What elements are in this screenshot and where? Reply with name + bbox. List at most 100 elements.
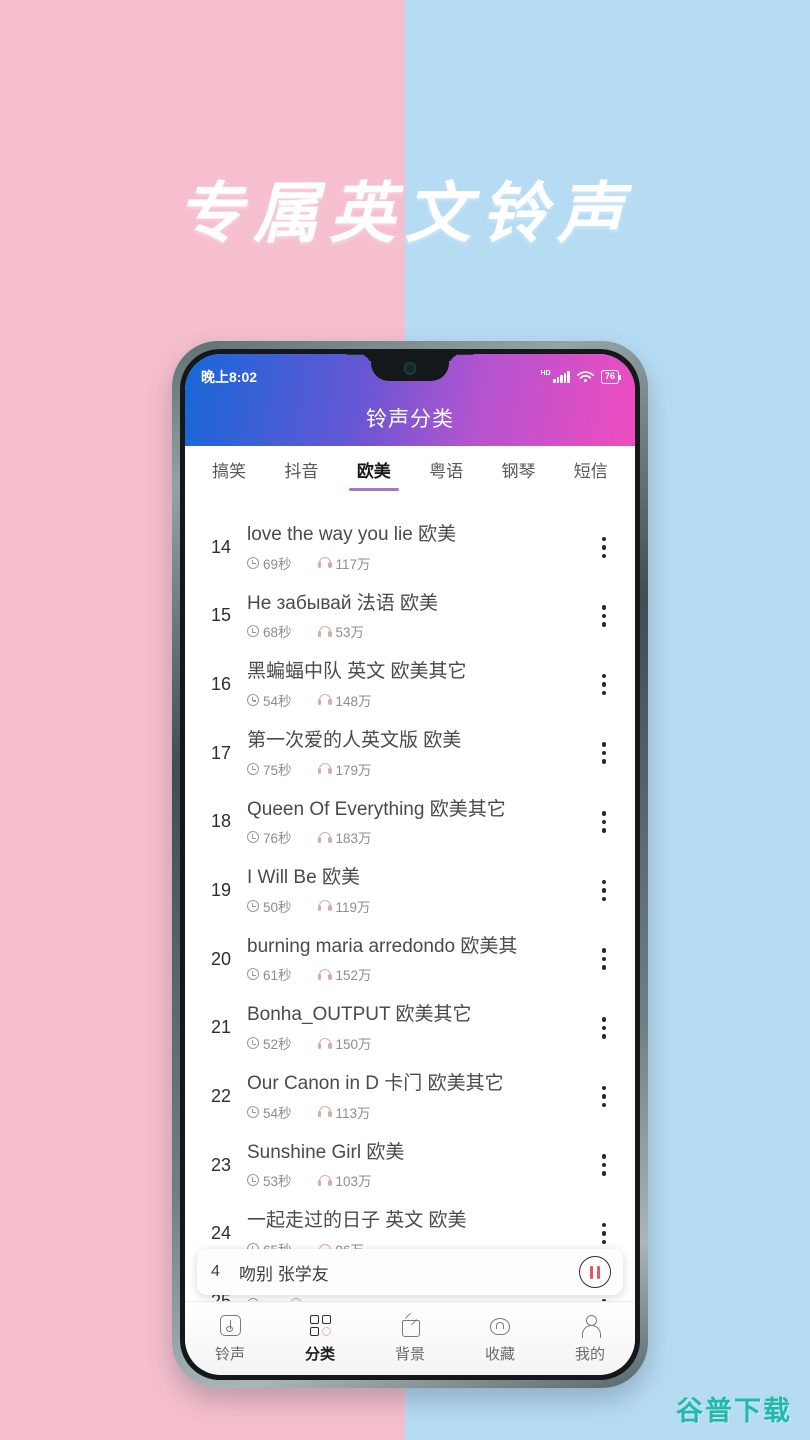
headphones-icon [317,900,332,912]
row-title: 黑蝙蝠中队 英文 欧美其它 [247,661,467,683]
row-content: Не забывай 法语 欧美 68秒 53万 [241,591,587,642]
plays-meta: 113万 [317,1102,371,1122]
pause-icon[interactable] [579,1256,611,1288]
plays-value: 183万 [335,831,372,847]
row-title: burning maria arredondo 欧美其 [247,935,518,957]
duration-meta: 61秒 [247,964,292,984]
tab-gaoxiao[interactable]: 搞笑 [193,446,265,493]
table-row[interactable]: 21 Bonha_OUTPUT 欧美其它 52秒 150万 [185,993,635,1062]
row-title: 第一次爱的人英文版 欧美 [247,729,462,751]
table-row[interactable]: 16 黑蝙蝠中队 英文 欧美其它 54秒 148万 [185,650,635,719]
plays-value: 148万 [335,693,372,709]
tab-douyin[interactable]: 抖音 [265,446,337,493]
row-content: Sunshine Girl 欧美 53秒 103万 [241,1140,587,1191]
plays-meta: 150万 [317,1033,372,1053]
tab-oumei[interactable]: 欧美 [338,446,410,493]
duration-meta: 68秒 [247,621,292,641]
row-more-icon[interactable] [587,605,621,627]
plays-meta: 53万 [317,621,364,641]
row-more-icon[interactable] [587,879,621,902]
table-row[interactable]: 14 love the way you lie 欧美 69秒 117万 [185,513,635,582]
duration-value: 61秒 [263,968,292,984]
row-index: 23 [210,1154,232,1175]
nav-item-wode[interactable]: 我的 [545,1314,635,1364]
table-row[interactable]: 22 Our Canon in D 卡门 欧美其它 54秒 113万 [185,1062,635,1131]
row-index: 17 [210,742,232,763]
nav-label-lingsheng: 铃声 [214,1345,245,1363]
row-meta: 54秒 148万 [247,690,587,710]
row-index: 21 [210,1017,232,1038]
nav-item-beijing[interactable]: 背景 [365,1314,455,1364]
tab-gangqin[interactable]: 钢琴 [482,446,554,493]
row-more-icon[interactable] [587,1085,621,1108]
row-more-icon[interactable] [587,948,621,970]
row-title: Sunshine Girl 欧美 [247,1141,405,1163]
row-meta: 76秒 183万 [247,827,587,847]
row-index: 18 [210,811,232,832]
duration-value: 52秒 [263,1037,292,1053]
headphones-icon [317,968,332,980]
player-track-index: 4 [211,1263,220,1280]
clock-icon [247,556,259,569]
table-row[interactable]: 13 [185,493,635,513]
ringtone-list[interactable]: 13 14 love the way you lie 欧美 69秒 117万 15 Не з… [185,493,635,1301]
row-more-icon[interactable] [587,1154,621,1176]
headphones-icon [317,557,332,569]
table-row[interactable]: 19 I Will Be 欧美 50秒 119万 [185,856,635,925]
battery-level: 76 [604,371,615,382]
table-row[interactable]: 18 Queen Of Everything 欧美其它 76秒 183万 [185,788,635,857]
tab-duanxin[interactable]: 短信 [555,446,627,493]
row-more-icon[interactable] [587,742,621,764]
row-meta: 68秒 53万 [247,621,587,641]
person-icon [580,1314,601,1338]
duration-meta: 54秒 [247,690,292,710]
headphones-icon [317,763,332,775]
nav-item-fenlei[interactable]: 分类 [275,1314,365,1364]
player-track-title: 吻别 张学友 [239,1264,329,1284]
nav-item-shoucang[interactable]: 收藏 [455,1314,545,1364]
hd-label: HD [540,369,551,377]
table-row[interactable]: 20 burning maria arredondo 欧美其 61秒 152万 [185,925,635,994]
plays-value: 103万 [335,1174,372,1190]
nav-label-wode: 我的 [574,1345,605,1363]
row-content: 黑蝙蝠中队 英文 欧美其它 54秒 148万 [241,659,587,710]
table-row[interactable]: 17 第一次爱的人英文版 欧美 75秒 179万 [185,719,635,788]
tab-yueyu[interactable]: 粤语 [410,446,482,493]
row-meta: 53秒 103万 [247,1170,587,1190]
duration-meta: 54秒 [247,1102,292,1122]
row-more-icon[interactable] [587,811,621,833]
duration-meta: 53秒 [247,1170,292,1190]
category-tabs: 搞笑 抖音 欧美 粤语 钢琴 短信 [185,446,635,493]
shirt-icon [399,1314,421,1338]
phone-screen: 晚上8:02 HD 76 铃声分类 搞笑 抖音 欧美 粤语 钢琴 短信 14 l… [185,354,635,1375]
watermark: 谷普下载 [676,1396,792,1426]
row-more-icon[interactable] [587,1017,621,1039]
plays-meta: 148万 [317,690,372,710]
headphones-icon [317,625,332,637]
clock-icon [247,831,259,844]
row-index: 19 [210,880,232,901]
row-content: Queen Of Everything 欧美其它 76秒 183万 [241,797,587,848]
nav-item-lingsheng[interactable]: 铃声 [185,1314,275,1364]
plays-value: 179万 [335,762,372,778]
row-index: 24 [210,1223,232,1244]
plays-value: 113万 [335,1105,371,1121]
row-meta: 54秒 113万 [247,1102,587,1122]
mini-player[interactable]: 4 吻别 张学友 [197,1249,623,1295]
plays-value: 150万 [335,1037,372,1053]
table-row[interactable]: 23 Sunshine Girl 欧美 53秒 103万 [185,1131,635,1200]
duration-value: 54秒 [263,1105,292,1121]
row-more-icon[interactable] [587,673,621,696]
row-more-icon[interactable] [587,536,621,559]
phone-bezel: 晚上8:02 HD 76 铃声分类 搞笑 抖音 欧美 粤语 钢琴 短信 14 l… [180,349,640,1380]
status-time: 晚上8:02 [201,369,258,385]
plays-meta: 117万 [317,553,371,573]
headphones-icon [317,1106,332,1118]
clock-icon [247,625,259,638]
hero-title: 专属英文铃声 [177,174,633,252]
row-more-icon[interactable] [587,1222,621,1245]
front-camera-icon [403,362,417,375]
table-row[interactable]: 15 Не забывай 法语 欧美 68秒 53万 [185,582,635,651]
row-index: 16 [210,674,232,695]
nav-label-fenlei: 分类 [304,1345,335,1363]
